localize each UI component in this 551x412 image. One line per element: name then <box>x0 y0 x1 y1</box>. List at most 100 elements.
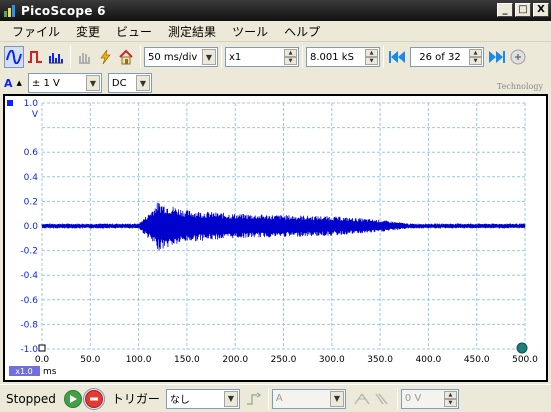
timebase-value: 50 ms/div <box>148 51 198 63</box>
falling-edge-icon[interactable] <box>373 388 393 410</box>
toolbar-separator <box>221 46 222 68</box>
trigger-mode-select[interactable]: なし ▼ <box>165 388 240 409</box>
spin-up-icon[interactable]: ▲ <box>443 390 457 399</box>
x-tick-label: 350.0 <box>367 355 393 365</box>
app-icon <box>4 4 16 17</box>
timebase-select[interactable]: 50 ms/div ▼ <box>144 47 218 67</box>
trigger-mode-value: なし <box>169 395 190 406</box>
scope-mode-icon[interactable] <box>4 46 24 68</box>
menu-tools[interactable]: ツール <box>224 23 276 40</box>
channel-marker-icon <box>7 100 13 106</box>
samples-value: 8.001 kS <box>310 51 354 63</box>
toolbar-separator <box>396 387 398 410</box>
title-bar: PicoScope 6 _ □ X <box>0 0 551 21</box>
menu-bar: ファイル 変更 ビュー 測定結果 ツール ヘルプ <box>0 21 551 42</box>
toolbar-separator <box>70 46 71 68</box>
persistence-mode-icon[interactable] <box>25 46 45 68</box>
channel-options-icon[interactable]: ▲ <box>17 79 22 87</box>
y-tick-label: 1.0 <box>24 99 39 109</box>
rising-edge-icon[interactable] <box>352 388 372 410</box>
menu-edit[interactable]: 変更 <box>68 23 108 40</box>
scope-chart[interactable]: 1.0 0.6 0.4 0.2 0.0 -0.2 -0.4 -0.6 -0.8 -1.0 V 0.0 5… <box>5 96 546 380</box>
close-button[interactable]: X <box>533 3 549 17</box>
zoom-value: x1 <box>229 51 242 63</box>
y-tick-label: -0.4 <box>20 271 38 281</box>
toolbar-separator <box>140 46 141 68</box>
samples-stepper[interactable]: 8.001 kS ▲ ▼ <box>306 47 380 67</box>
window-title: PicoScope 6 <box>21 3 106 18</box>
spin-down-icon[interactable]: ▼ <box>443 398 457 407</box>
channel-range-value: ± 1 V <box>31 77 60 89</box>
chevron-down-icon: ▼ <box>223 390 238 407</box>
y-tick-label: 0.2 <box>24 197 38 207</box>
x-tick-label: 250.0 <box>271 355 297 365</box>
y-tick-label: -0.8 <box>20 320 38 330</box>
spin-up-icon[interactable]: ▲ <box>469 49 482 57</box>
spectrum-mode-icon[interactable] <box>46 46 66 68</box>
status-bar: Stopped トリガー なし ▼ A ▼ 0 V ▲ ▼ <box>0 384 551 412</box>
spin-down-icon[interactable]: ▼ <box>365 57 378 65</box>
menu-measurements[interactable]: 測定結果 <box>160 23 224 40</box>
chevron-down-icon: ▼ <box>202 49 216 65</box>
buffer-overview-icon[interactable] <box>508 46 528 68</box>
spin-down-icon[interactable]: ▼ <box>284 57 297 65</box>
spin-down-icon[interactable]: ▼ <box>469 57 482 65</box>
y-tick-label: 0.6 <box>24 148 39 158</box>
status-text: Stopped <box>6 391 56 406</box>
x-tick-label: 500.0 <box>512 355 538 365</box>
trigger-level-stepper[interactable]: 0 V ▲ ▼ <box>400 388 459 409</box>
y-tick-label: -0.6 <box>20 296 38 306</box>
advanced-trigger-icon[interactable] <box>244 388 264 410</box>
scope-view[interactable]: 1.0 0.6 0.4 0.2 0.0 -0.2 -0.4 -0.6 -0.8 -1.0 V 0.0 5… <box>3 94 548 382</box>
stop-button[interactable] <box>82 387 105 410</box>
y-tick-label: 0.0 <box>24 222 39 232</box>
toolbar-separator <box>383 46 384 68</box>
minimize-button[interactable]: _ <box>497 3 513 17</box>
buffer-position-stepper[interactable]: 26 of 32 ▲ ▼ <box>410 47 484 67</box>
logo-text: Technology <box>496 82 543 91</box>
buffer-first-icon[interactable] <box>387 46 407 68</box>
x-tick-label: 400.0 <box>416 355 442 365</box>
start-button[interactable] <box>63 389 82 408</box>
menu-help[interactable]: ヘルプ <box>276 23 328 40</box>
y-unit-label: V <box>32 110 39 120</box>
x-tick-label: 300.0 <box>319 355 345 365</box>
y-tick-label: -0.2 <box>20 247 38 257</box>
play-icon <box>69 394 77 403</box>
x-tick-label: 0.0 <box>35 355 50 365</box>
coupling-select[interactable]: DC ▼ <box>107 73 152 93</box>
trigger-label: トリガー <box>111 392 160 406</box>
chevron-down-icon: ▼ <box>135 75 150 91</box>
menu-file[interactable]: ファイル <box>4 23 68 40</box>
trigger-channel-select[interactable]: A ▼ <box>271 388 346 409</box>
spin-up-icon[interactable]: ▲ <box>365 49 378 57</box>
y-tick-label: 0.4 <box>24 173 39 183</box>
x-tick-label: 150.0 <box>174 355 200 365</box>
home-icon[interactable] <box>116 46 136 68</box>
x-tick-label: 50.0 <box>80 355 100 365</box>
chevron-down-icon: ▼ <box>85 75 100 91</box>
channel-range-select[interactable]: ± 1 V ▼ <box>27 73 102 93</box>
x-tick-label: 200.0 <box>222 355 248 365</box>
coupling-value: DC <box>111 77 127 89</box>
menu-view[interactable]: ビュー <box>108 23 160 40</box>
hand-tool-icon[interactable] <box>74 46 94 68</box>
zoom-stepper[interactable]: x1 ▲ ▼ <box>225 47 299 67</box>
x-unit-label: ms <box>43 367 57 377</box>
trigger-level-value: 0 V <box>404 393 422 404</box>
trigger-channel-value: A <box>275 393 283 404</box>
stop-icon <box>89 397 98 400</box>
toolbar-separator <box>302 46 303 68</box>
toolbar-separator <box>267 387 269 410</box>
signal-generator-icon[interactable] <box>95 46 115 68</box>
x-tick-label: 100.0 <box>126 355 152 365</box>
channel-a-label[interactable]: A <box>4 77 13 90</box>
maximize-button[interactable]: □ <box>515 3 531 17</box>
zoom-badge-label: x1.0 <box>15 367 32 376</box>
buffer-position-value: 26 of 32 <box>419 51 461 63</box>
origin-marker-icon <box>38 344 46 352</box>
spin-up-icon[interactable]: ▲ <box>284 49 297 57</box>
chevron-down-icon: ▼ <box>329 390 344 407</box>
ruler-handle-icon <box>516 342 528 354</box>
buffer-last-icon[interactable] <box>487 46 507 68</box>
